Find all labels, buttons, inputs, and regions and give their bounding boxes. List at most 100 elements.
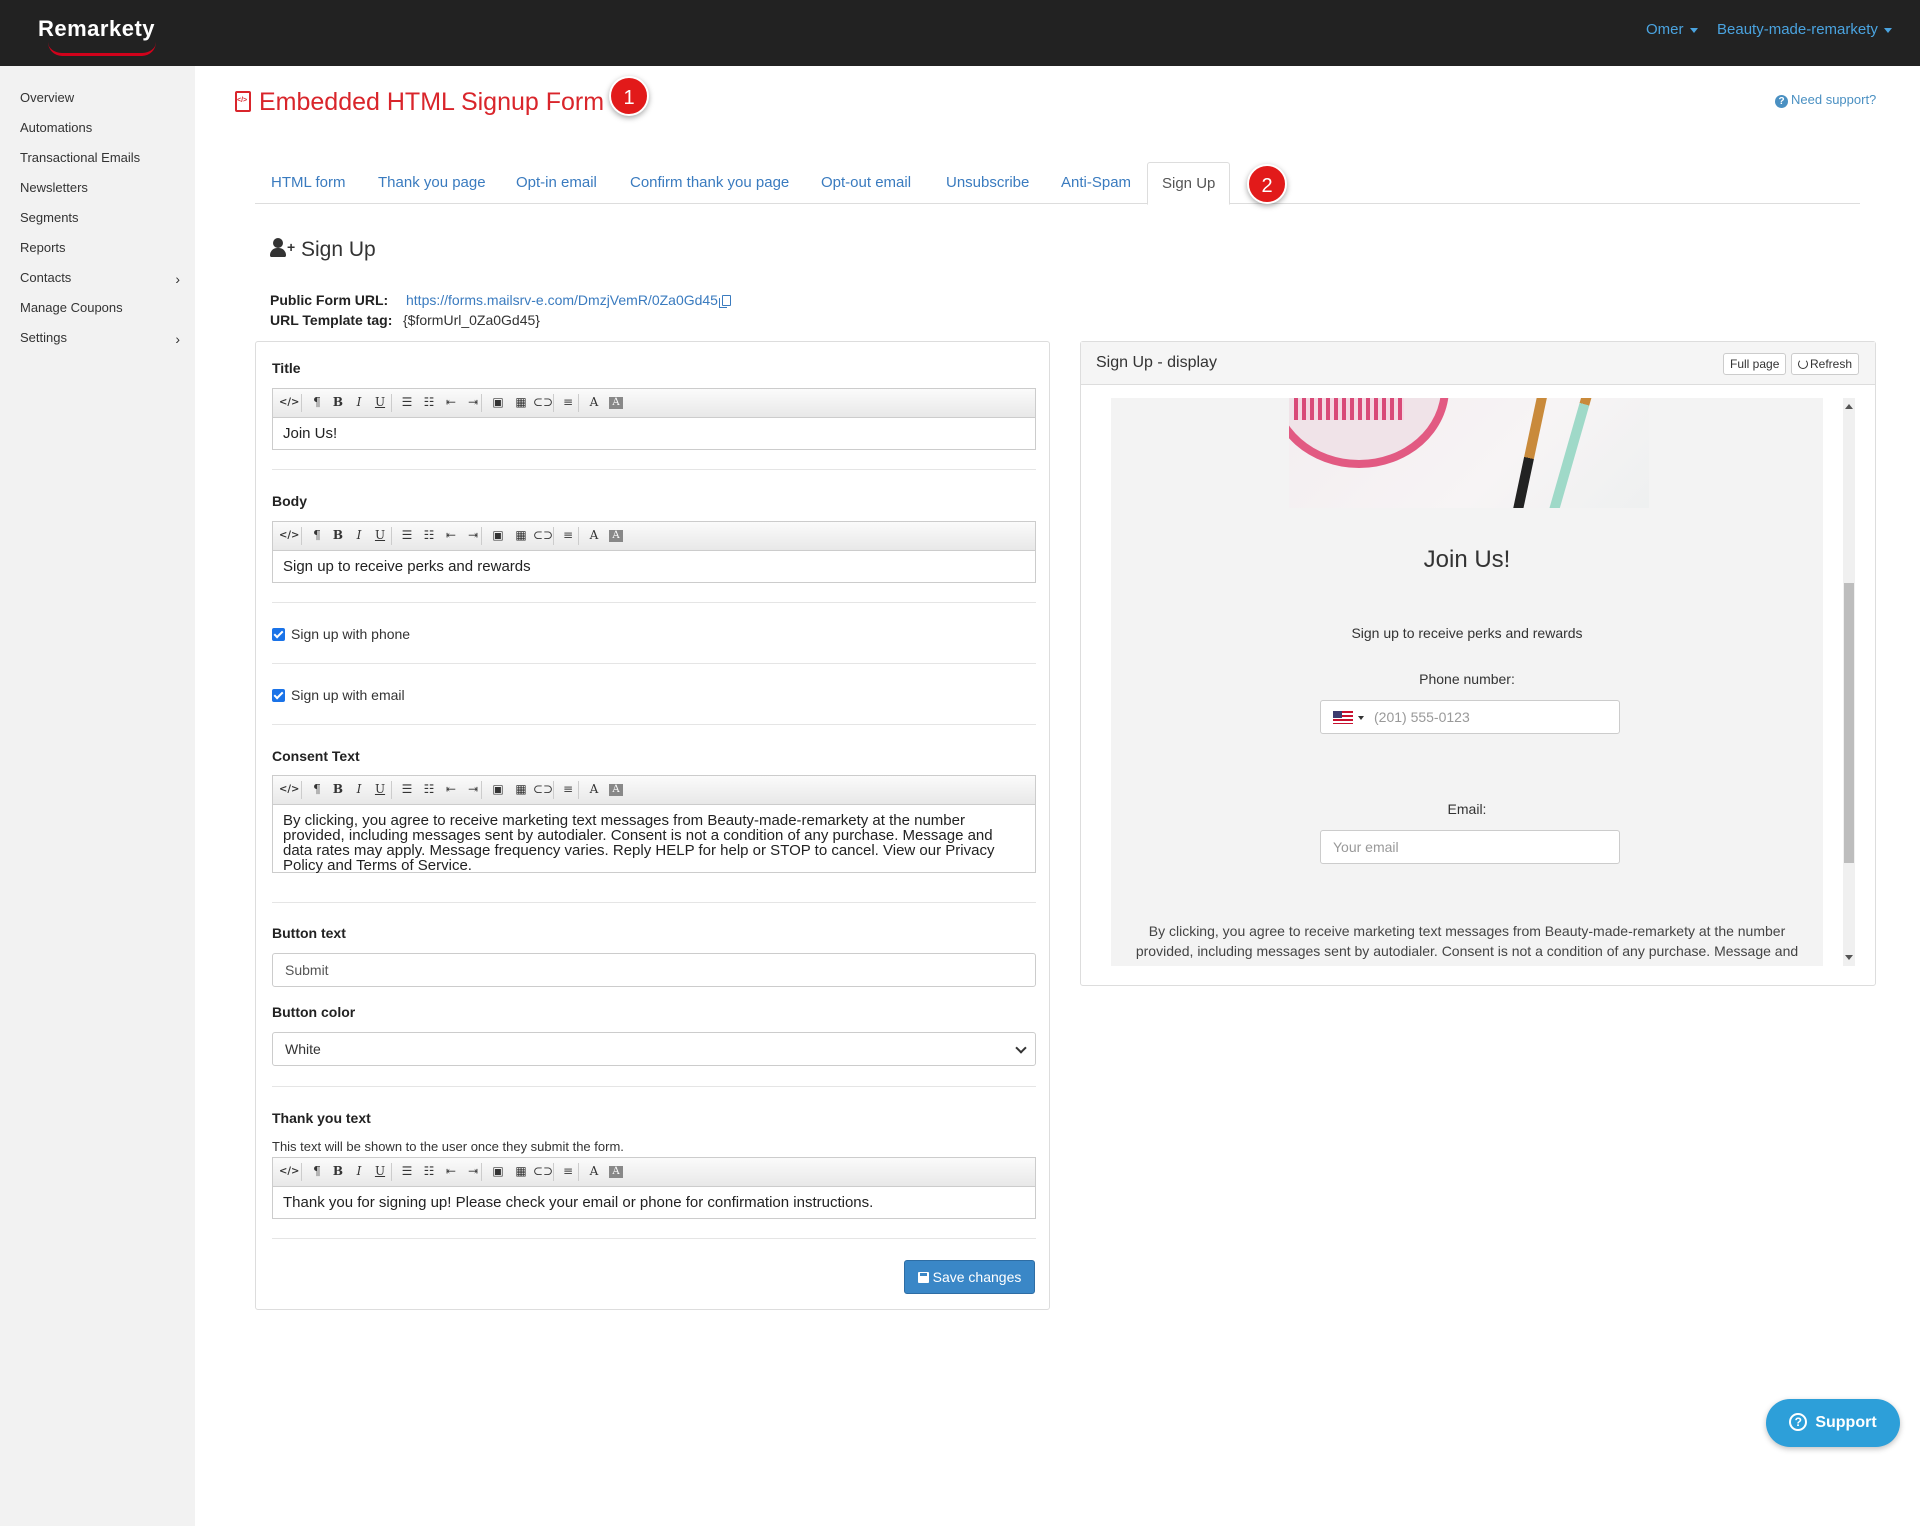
sidebar-item-transactional-emails[interactable]: Transactional Emails	[20, 150, 180, 165]
align-icon[interactable]: ≡	[558, 1164, 578, 1178]
support-button[interactable]: ? Support	[1766, 1399, 1900, 1447]
refresh-button[interactable]: Refresh	[1791, 353, 1860, 375]
tab-opt-out-email[interactable]: Opt-out email	[821, 174, 911, 191]
code-view-icon[interactable]: </>	[279, 1166, 299, 1177]
preview-email-input[interactable]: Your email	[1320, 830, 1620, 864]
table-icon[interactable]: ▦	[511, 528, 531, 542]
highlight-color-icon[interactable]: A	[609, 784, 623, 796]
checkbox-checked-icon[interactable]	[272, 628, 285, 641]
code-view-icon[interactable]: </>	[279, 397, 299, 408]
align-icon[interactable]: ≡	[558, 528, 578, 542]
sign-up-with-phone-checkbox[interactable]: Sign up with phone	[272, 626, 410, 642]
outdent-icon[interactable]: ⇤	[441, 395, 461, 409]
tab-confirm-thank-you-page[interactable]: Confirm thank you page	[630, 174, 789, 191]
bold-icon[interactable]: B	[328, 782, 348, 796]
paragraph-icon[interactable]: ¶	[307, 528, 327, 542]
tab-unsubscribe[interactable]: Unsubscribe	[946, 174, 1029, 191]
bold-icon[interactable]: B	[328, 395, 348, 409]
font-color-icon[interactable]: A	[584, 395, 604, 409]
user-menu[interactable]: Omer	[1646, 21, 1698, 38]
bold-icon[interactable]: B	[328, 1164, 348, 1178]
us-flag-icon[interactable]	[1333, 711, 1353, 724]
scroll-up-arrow-icon[interactable]	[1845, 404, 1853, 409]
bulleted-list-icon[interactable]: ☰	[397, 395, 417, 409]
link-icon[interactable]: ⊂⊃	[533, 395, 553, 409]
underline-icon[interactable]: U	[370, 528, 390, 542]
scroll-down-arrow-icon[interactable]	[1845, 955, 1853, 960]
sidebar-item-reports[interactable]: Reports	[20, 240, 180, 255]
numbered-list-icon[interactable]: ☷	[419, 1164, 439, 1178]
indent-icon[interactable]: ⇥	[463, 395, 483, 409]
sidebar-item-contacts[interactable]: Contacts ›	[20, 270, 180, 287]
numbered-list-icon[interactable]: ☷	[419, 528, 439, 542]
image-icon[interactable]: ▣	[488, 1164, 508, 1178]
numbered-list-icon[interactable]: ☷	[419, 395, 439, 409]
thank-you-editor[interactable]: Thank you for signing up! Please check y…	[272, 1187, 1036, 1219]
outdent-icon[interactable]: ⇤	[441, 782, 461, 796]
indent-icon[interactable]: ⇥	[463, 782, 483, 796]
bulleted-list-icon[interactable]: ☰	[397, 528, 417, 542]
sidebar-item-newsletters[interactable]: Newsletters	[20, 180, 180, 195]
sidebar-item-manage-coupons[interactable]: Manage Coupons	[20, 300, 180, 315]
public-form-url-link[interactable]: https://forms.mailsrv-e.com/DmzjVemR/0Za…	[406, 292, 731, 308]
image-icon[interactable]: ▣	[488, 395, 508, 409]
highlight-color-icon[interactable]: A	[609, 530, 623, 542]
font-color-icon[interactable]: A	[584, 782, 604, 796]
body-editor[interactable]: Sign up to receive perks and rewards	[272, 551, 1036, 583]
underline-icon[interactable]: U	[370, 782, 390, 796]
underline-icon[interactable]: U	[370, 395, 390, 409]
indent-icon[interactable]: ⇥	[463, 1164, 483, 1178]
need-support-link[interactable]: ? Need support?	[1775, 92, 1876, 108]
save-changes-button[interactable]: Save changes	[904, 1260, 1035, 1294]
code-view-icon[interactable]: </>	[279, 530, 299, 541]
paragraph-icon[interactable]: ¶	[307, 1164, 327, 1178]
outdent-icon[interactable]: ⇤	[441, 528, 461, 542]
scroll-thumb[interactable]	[1844, 583, 1854, 863]
numbered-list-icon[interactable]: ☷	[419, 782, 439, 796]
image-icon[interactable]: ▣	[488, 782, 508, 796]
table-icon[interactable]: ▦	[511, 395, 531, 409]
preview-scrollbar[interactable]	[1843, 398, 1855, 966]
underline-icon[interactable]: U	[370, 1164, 390, 1178]
tab-sign-up[interactable]: Sign Up	[1147, 162, 1231, 205]
paragraph-icon[interactable]: ¶	[307, 395, 327, 409]
tab-html-form[interactable]: HTML form	[271, 174, 345, 191]
italic-icon[interactable]: I	[349, 395, 369, 409]
highlight-color-icon[interactable]: A	[609, 397, 623, 409]
checkbox-checked-icon[interactable]	[272, 689, 285, 702]
code-view-icon[interactable]: </>	[279, 784, 299, 795]
button-text-input[interactable]: Submit	[272, 953, 1036, 987]
consent-editor[interactable]: By clicking, you agree to receive market…	[272, 805, 1036, 873]
sidebar-item-segments[interactable]: Segments	[20, 210, 180, 225]
sidebar-item-settings[interactable]: Settings ›	[20, 330, 180, 347]
indent-icon[interactable]: ⇥	[463, 528, 483, 542]
italic-icon[interactable]: I	[349, 528, 369, 542]
font-color-icon[interactable]: A	[584, 1164, 604, 1178]
highlight-color-icon[interactable]: A	[609, 1166, 623, 1178]
align-icon[interactable]: ≡	[558, 395, 578, 409]
sidebar-item-automations[interactable]: Automations	[20, 120, 180, 135]
bulleted-list-icon[interactable]: ☰	[397, 782, 417, 796]
button-color-select[interactable]: White	[272, 1032, 1036, 1066]
full-page-button[interactable]: Full page	[1723, 353, 1787, 375]
copy-icon[interactable]	[718, 295, 731, 308]
tab-thank-you-page[interactable]: Thank you page	[378, 174, 486, 191]
table-icon[interactable]: ▦	[511, 782, 531, 796]
tab-anti-spam[interactable]: Anti-Spam	[1061, 174, 1131, 191]
preview-phone-input[interactable]: (201) 555-0123	[1320, 700, 1620, 734]
title-editor[interactable]: Join Us!	[272, 418, 1036, 450]
account-menu[interactable]: Beauty-made-remarkety	[1717, 21, 1892, 38]
table-icon[interactable]: ▦	[511, 1164, 531, 1178]
paragraph-icon[interactable]: ¶	[307, 782, 327, 796]
link-icon[interactable]: ⊂⊃	[533, 528, 553, 542]
tab-opt-in-email[interactable]: Opt-in email	[516, 174, 597, 191]
sign-up-with-email-checkbox[interactable]: Sign up with email	[272, 687, 405, 703]
font-color-icon[interactable]: A	[584, 528, 604, 542]
outdent-icon[interactable]: ⇤	[441, 1164, 461, 1178]
bold-icon[interactable]: B	[328, 528, 348, 542]
link-icon[interactable]: ⊂⊃	[533, 782, 553, 796]
link-icon[interactable]: ⊂⊃	[533, 1164, 553, 1178]
image-icon[interactable]: ▣	[488, 528, 508, 542]
bulleted-list-icon[interactable]: ☰	[397, 1164, 417, 1178]
italic-icon[interactable]: I	[349, 782, 369, 796]
